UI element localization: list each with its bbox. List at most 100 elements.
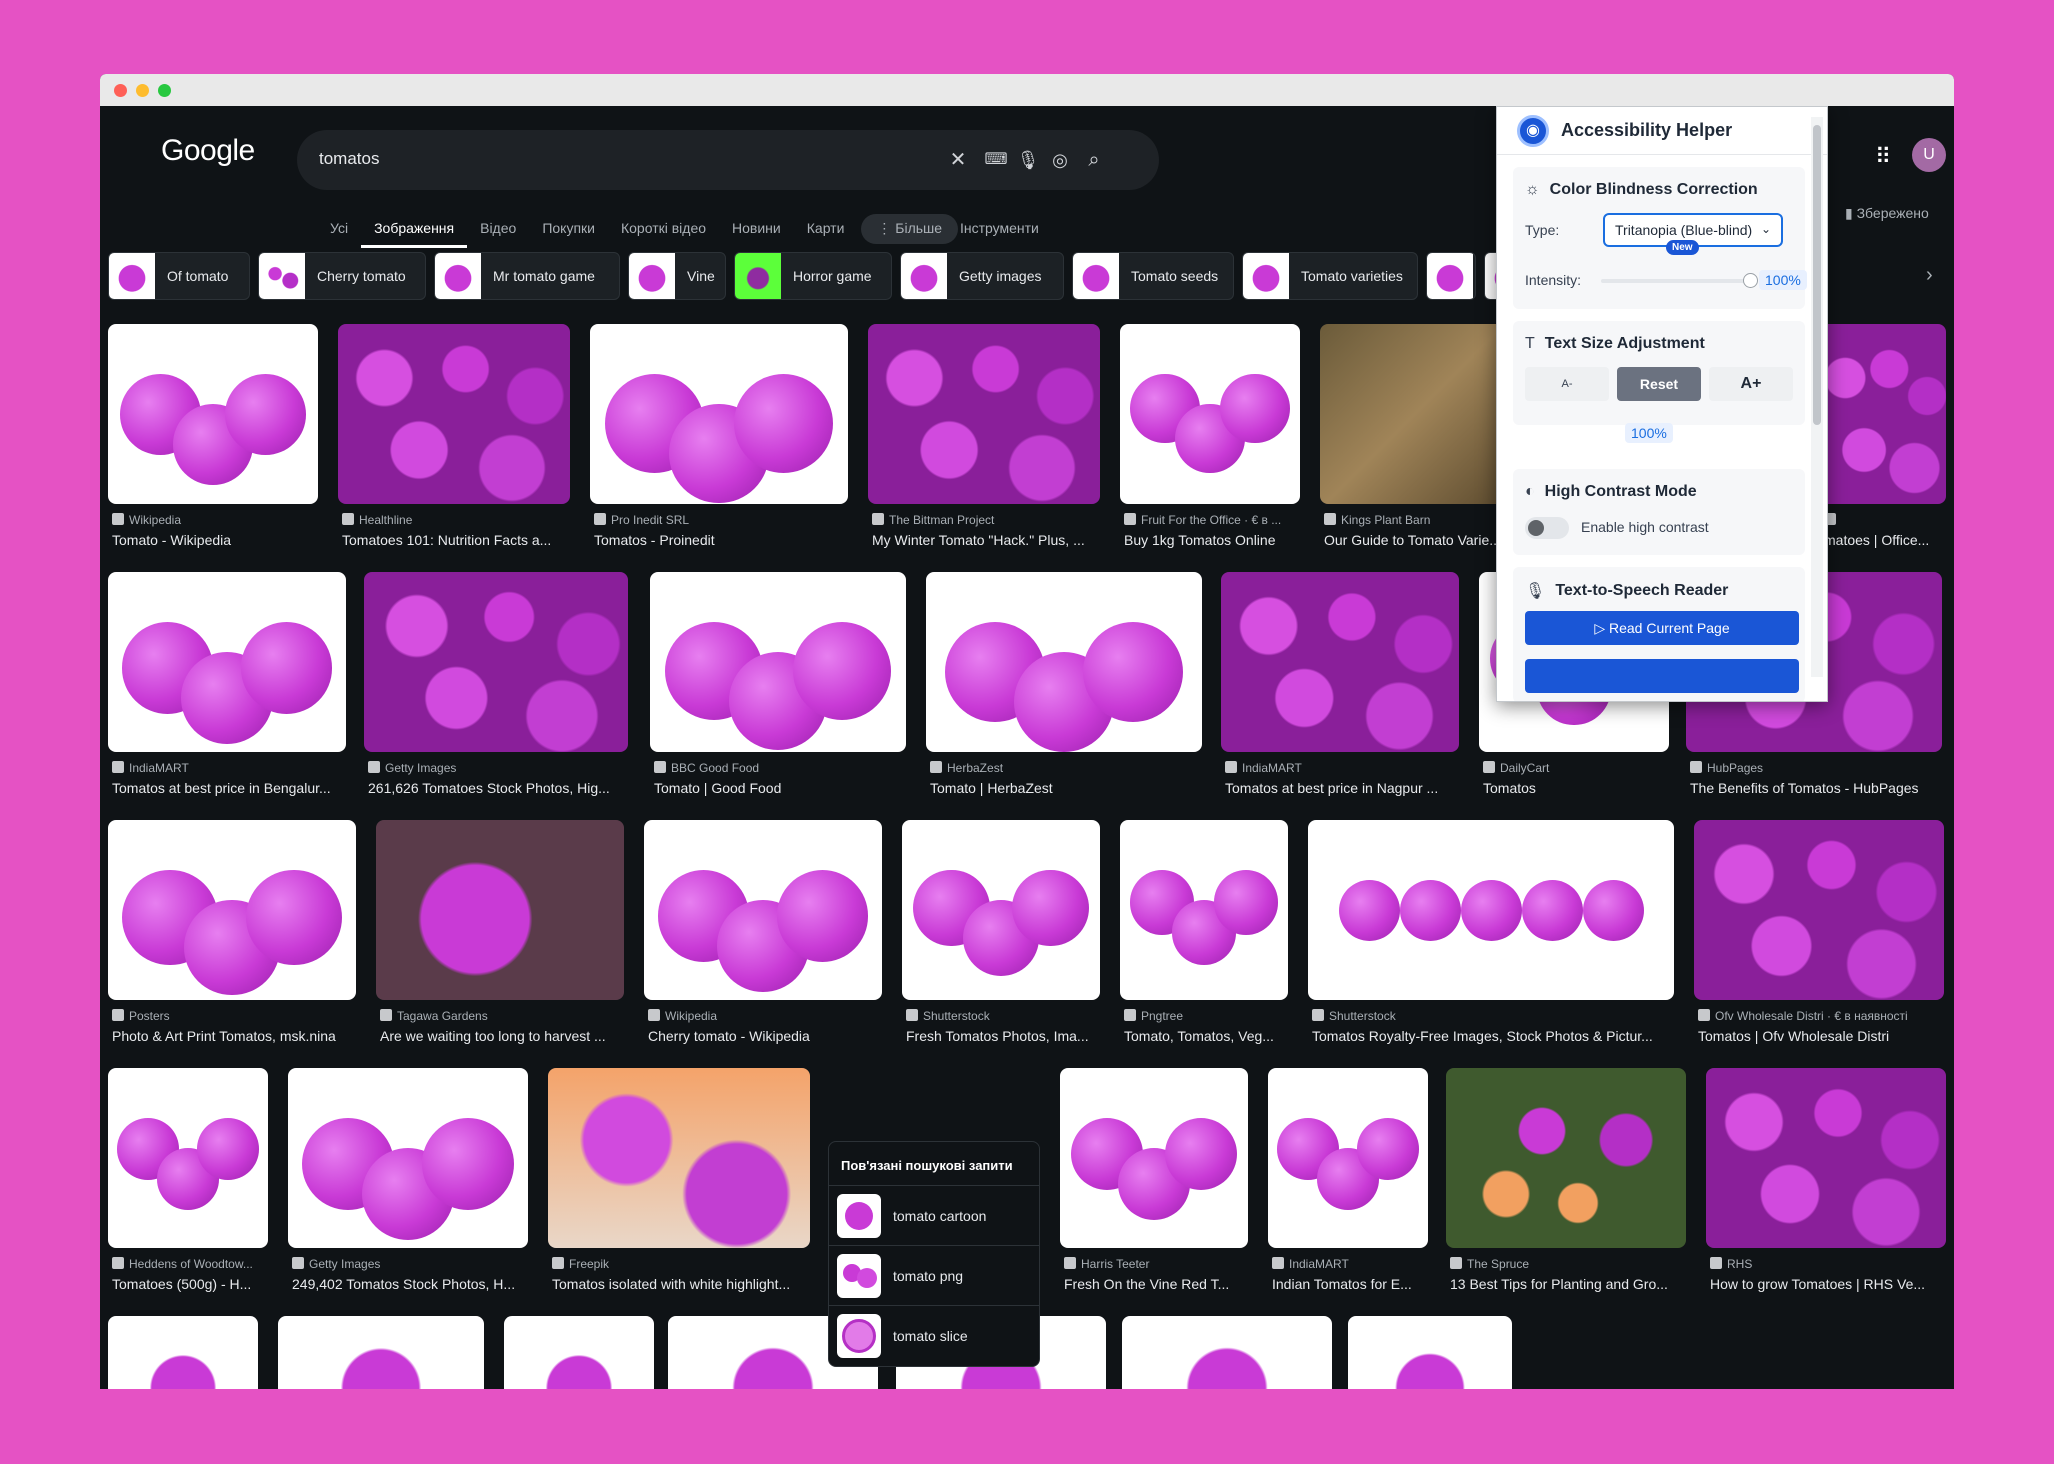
image-result[interactable]: Posters Photo & Art Print Tomatos, msk.ni… xyxy=(108,820,356,1068)
image-result[interactable]: Harris Teeter Fresh On the Vine Red T... xyxy=(1060,1068,1248,1316)
result-title[interactable]: 13 Best Tips for Planting and Gro... xyxy=(1450,1276,1680,1292)
result-title[interactable]: Tomatoes (500g) - H... xyxy=(112,1276,266,1292)
result-title[interactable]: How to grow Tomatoes | RHS Ve... xyxy=(1710,1276,1940,1292)
lens-icon[interactable]: ◎ xyxy=(1047,147,1073,173)
read-current-page-button[interactable]: ▷ Read Current Page xyxy=(1525,611,1799,645)
image-result[interactable]: Getty Images 261,626 Tomatoes Stock Photo… xyxy=(364,572,628,820)
result-thumbnail[interactable] xyxy=(108,1068,268,1248)
result-source[interactable]: Wikipedia xyxy=(112,513,314,527)
result-title[interactable]: Fresh On the Vine Red T... xyxy=(1064,1276,1244,1292)
result-source[interactable]: Getty Images xyxy=(292,1257,522,1271)
result-thumbnail[interactable] xyxy=(108,820,356,1000)
result-title[interactable]: Tomatos | Ofv Wholesale Distri xyxy=(1698,1028,1938,1044)
close-icon[interactable]: ✕ xyxy=(945,147,971,173)
image-result[interactable]: RHS How to grow Tomatoes | RHS Ve... xyxy=(1706,1068,1946,1316)
result-source[interactable] xyxy=(1824,513,1945,527)
image-result[interactable]: Fruit For the Office · € в ... Buy 1kg To… xyxy=(1120,324,1300,572)
result-thumbnail[interactable] xyxy=(364,572,628,752)
result-thumbnail[interactable] xyxy=(1308,820,1674,1000)
result-thumbnail[interactable] xyxy=(1120,324,1300,504)
result-thumbnail[interactable] xyxy=(1221,572,1459,752)
close-window-button[interactable] xyxy=(114,83,127,97)
increase-text-button[interactable]: A+ xyxy=(1709,367,1793,401)
image-result[interactable]: The Bittman Project My Winter Tomato "Hac… xyxy=(868,324,1100,572)
result-title[interactable]: Our Guide to Tomato Varie... xyxy=(1324,532,1506,548)
saved-button[interactable]: ▮ Збережено xyxy=(1845,205,1929,222)
image-result[interactable]: IndiaMART Tomatos at best price in Nagpur… xyxy=(1221,572,1459,820)
image-result[interactable]: Ofv Wholesale Distri · € в наявності Toma… xyxy=(1694,820,1944,1068)
image-result[interactable]: Wikipedia Cherry tomato - Wikipedia xyxy=(644,820,882,1068)
result-thumbnail[interactable] xyxy=(1348,1316,1512,1389)
result-title[interactable]: Tomato - Wikipedia xyxy=(112,532,314,548)
image-result[interactable]: Heddens of Woodtow... Tomatoes (500g) - H… xyxy=(108,1068,268,1316)
tab-short-videos[interactable]: Короткі відео xyxy=(608,214,719,248)
result-thumbnail[interactable] xyxy=(1120,820,1288,1000)
result-title[interactable]: Tomato | Good Food xyxy=(654,780,900,796)
result-thumbnail[interactable] xyxy=(1446,1068,1686,1248)
result-title[interactable]: 261,626 Tomatoes Stock Photos, Hig... xyxy=(368,780,621,796)
suggestion-chip[interactable]: Vine xyxy=(628,252,726,300)
image-result[interactable]: Getty Images 249,402 Tomatos Stock Photos… xyxy=(288,1068,528,1316)
suggestion-chip[interactable]: Tomato varieties xyxy=(1242,252,1418,300)
image-result[interactable]: Pngtree Tomato, Tomatos, Veg... xyxy=(1120,820,1288,1068)
suggestion-chip[interactable]: Of tomato xyxy=(108,252,250,300)
result-thumbnail[interactable] xyxy=(650,572,906,752)
result-title[interactable]: Tomatos xyxy=(1483,780,1665,796)
result-source[interactable]: Healthline xyxy=(342,513,565,527)
result-source[interactable]: HerbaZest xyxy=(930,761,1195,775)
chevron-right-icon[interactable]: › xyxy=(1926,264,1933,287)
result-title[interactable]: The Benefits of Tomatos - HubPages xyxy=(1690,780,1936,796)
result-title[interactable]: Tomatos isolated with white highlight... xyxy=(552,1276,804,1292)
result-thumbnail[interactable] xyxy=(278,1316,484,1389)
decrease-text-button[interactable]: A- xyxy=(1525,367,1609,401)
result-thumbnail[interactable] xyxy=(108,1316,258,1389)
result-title[interactable]: Are we waiting too long to harvest ... xyxy=(380,1028,618,1044)
panel-scrollbar[interactable] xyxy=(1811,117,1823,677)
result-title[interactable]: matoes | Office... xyxy=(1824,532,1945,548)
suggestion-chip[interactable]: Getty images xyxy=(900,252,1064,300)
second-tts-button[interactable] xyxy=(1525,659,1799,693)
image-result[interactable]: Healthline Tomatoes 101: Nutrition Facts … xyxy=(338,324,570,572)
image-result[interactable]: Tagawa Gardens Are we waiting too long to… xyxy=(376,820,624,1068)
result-source[interactable]: Shutterstock xyxy=(1312,1009,1663,1023)
tools-button[interactable]: Інструменти xyxy=(960,220,1039,236)
image-result[interactable]: Pro Inedit SRL Tomatos - Proinedit xyxy=(590,324,848,572)
result-source[interactable]: RHS xyxy=(1710,1257,1940,1271)
result-thumbnail[interactable] xyxy=(1820,324,1946,504)
image-result[interactable]: IndiaMART Tomatos at best price in Bengal… xyxy=(108,572,346,820)
result-thumbnail[interactable] xyxy=(1706,1068,1946,1248)
result-thumbnail[interactable] xyxy=(644,820,882,1000)
tab-all[interactable]: Усі xyxy=(317,214,361,248)
related-item[interactable]: tomato slice xyxy=(829,1306,1039,1366)
image-result[interactable]: Shutterstock Tomatos Royalty-Free Images,… xyxy=(1308,820,1674,1068)
panel-scrollbar-thumb[interactable] xyxy=(1813,125,1821,425)
result-title[interactable]: Buy 1kg Tomatos Online xyxy=(1124,532,1297,548)
result-thumbnail[interactable] xyxy=(504,1316,654,1389)
tab-news[interactable]: Новини xyxy=(719,214,794,248)
tab-videos[interactable]: Відео xyxy=(467,214,529,248)
result-thumbnail[interactable] xyxy=(548,1068,810,1248)
suggestion-chip[interactable] xyxy=(1426,252,1476,300)
result-thumbnail[interactable] xyxy=(376,820,624,1000)
keyboard-icon[interactable]: ⌨ xyxy=(983,147,1009,173)
suggestion-chip[interactable]: Cherry tomato xyxy=(258,252,426,300)
maximize-window-button[interactable] xyxy=(158,83,171,97)
image-result[interactable]: The Spruce 13 Best Tips for Planting and … xyxy=(1446,1068,1686,1316)
search-input[interactable]: tomatos xyxy=(319,149,379,169)
image-result[interactable]: IndiaMART Indian Tomatos for E... xyxy=(1268,1068,1428,1316)
intensity-slider[interactable] xyxy=(1601,273,1758,288)
result-source[interactable]: Pngtree xyxy=(1124,1009,1285,1023)
search-box[interactable]: tomatos ✕ ⌨ 🎙 ◎ ⌕ xyxy=(297,130,1159,190)
image-result[interactable]: Shutterstock Fresh Tomatos Photos, Ima... xyxy=(902,820,1100,1068)
result-title[interactable]: Tomatos Royalty-Free Images, Stock Photo… xyxy=(1312,1028,1663,1044)
result-title[interactable]: Tomatos - Proinedit xyxy=(594,532,842,548)
result-source[interactable]: HubPages xyxy=(1690,761,1936,775)
tab-more[interactable]: ⋮ Більше xyxy=(861,214,959,244)
result-source[interactable]: Harris Teeter xyxy=(1064,1257,1244,1271)
result-source[interactable]: Ofv Wholesale Distri · € в наявності xyxy=(1698,1009,1938,1023)
result-thumbnail[interactable] xyxy=(1268,1068,1428,1248)
result-source[interactable]: Wikipedia xyxy=(648,1009,876,1023)
result-title[interactable]: Photo & Art Print Tomatos, msk.nina xyxy=(112,1028,350,1044)
suggestion-chip[interactable]: Horror game xyxy=(734,252,892,300)
result-source[interactable]: Freepik xyxy=(552,1257,804,1271)
